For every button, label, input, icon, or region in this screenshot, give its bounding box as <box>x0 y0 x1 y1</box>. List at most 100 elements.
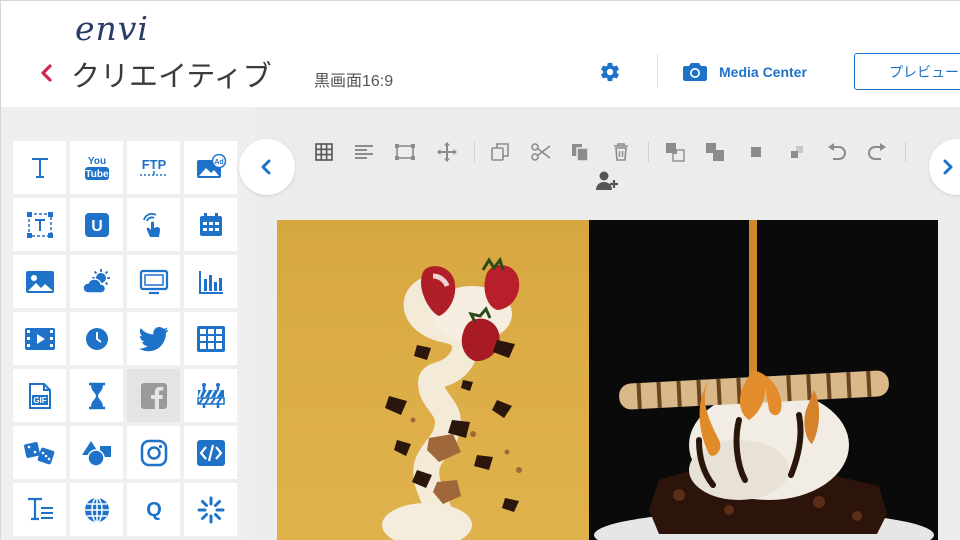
header: envi クリエイティブ 黒画面16:9 Media Center プレビュー <box>1 1 960 107</box>
text-box-icon <box>26 211 53 238</box>
touch-icon <box>142 212 160 237</box>
tv-icon <box>139 269 168 294</box>
widget-text-lines[interactable] <box>13 483 66 536</box>
redo-icon[interactable] <box>865 140 889 164</box>
widget-code[interactable] <box>184 426 237 479</box>
widget-video[interactable] <box>13 312 66 365</box>
creative-canvas[interactable] <box>277 220 938 540</box>
dice-icon <box>23 441 54 464</box>
widget-calendar[interactable] <box>184 198 237 251</box>
send-back-icon[interactable] <box>703 140 727 164</box>
cut-icon[interactable] <box>529 140 553 164</box>
widget-loading[interactable] <box>184 483 237 536</box>
bring-front-icon[interactable] <box>663 140 687 164</box>
workspace <box>239 107 960 540</box>
youtube-icon: You Tube <box>84 156 109 180</box>
facebook-icon <box>140 382 167 409</box>
calendar-icon <box>199 212 222 236</box>
widget-youtube[interactable]: You Tube <box>70 141 123 194</box>
image-icon <box>25 270 54 293</box>
svg-text:GIF: GIF <box>33 396 46 405</box>
align-icon[interactable] <box>352 140 376 164</box>
code-icon <box>196 439 225 466</box>
shapes-icon <box>81 440 111 467</box>
grid-icon[interactable] <box>312 140 336 164</box>
instagram-icon <box>140 439 167 466</box>
camera-icon <box>683 63 707 81</box>
toolbar-separator <box>905 142 906 162</box>
page-title: クリエイティブ <box>71 59 272 93</box>
widget-hourglass[interactable] <box>70 369 123 422</box>
copy-icon[interactable] <box>488 140 512 164</box>
toolbar-separator <box>474 142 475 162</box>
next-nav-button[interactable] <box>929 139 960 195</box>
chevron-left-icon <box>261 159 271 175</box>
widget-text-box[interactable] <box>13 198 66 251</box>
prev-nav-button[interactable] <box>239 139 295 195</box>
widget-dice[interactable] <box>13 426 66 479</box>
ftp-icon: FTP <box>139 157 168 176</box>
svg-text:Q: Q <box>146 499 162 521</box>
svg-text:Ad: Ad <box>214 159 223 166</box>
backward-icon[interactable] <box>785 140 809 164</box>
chevron-right-icon <box>943 159 953 175</box>
widget-image[interactable] <box>13 255 66 308</box>
media-center-label: Media Center <box>719 64 807 80</box>
svg-text:You: You <box>87 156 105 167</box>
u-icon: U <box>84 212 109 237</box>
add-user-icon[interactable] <box>595 169 619 193</box>
twitter-icon <box>138 326 168 351</box>
widget-touch[interactable] <box>127 198 180 251</box>
logo: envi <box>75 9 149 48</box>
back-arrow-icon[interactable] <box>37 63 57 83</box>
delete-icon[interactable] <box>609 140 633 164</box>
q-icon: Q <box>146 499 162 521</box>
widget-roadblock[interactable] <box>184 369 237 422</box>
hourglass-icon <box>88 382 105 409</box>
app-window: envi クリエイティブ 黒画面16:9 Media Center プレビュー … <box>0 0 960 540</box>
widget-ftp[interactable]: FTP <box>127 141 180 194</box>
widget-twitter[interactable] <box>127 312 180 365</box>
paste-icon[interactable] <box>568 140 592 164</box>
widget-table[interactable] <box>184 312 237 365</box>
text-lines-icon <box>27 497 53 520</box>
roadblock-icon <box>196 382 225 408</box>
widget-facebook[interactable] <box>127 369 180 422</box>
header-divider <box>657 54 658 88</box>
undo-icon[interactable] <box>825 140 849 164</box>
widget-gif[interactable]: GIF <box>13 369 66 422</box>
video-icon <box>24 327 55 350</box>
media-center-button[interactable]: Media Center <box>683 59 807 85</box>
widget-clock[interactable] <box>70 312 123 365</box>
widget-bar-chart[interactable] <box>184 255 237 308</box>
move-icon[interactable] <box>435 140 459 164</box>
forward-icon[interactable] <box>744 140 768 164</box>
widget-text[interactable] <box>13 141 66 194</box>
widget-tv[interactable] <box>127 255 180 308</box>
toolbar-separator <box>648 142 649 162</box>
widget-shapes[interactable] <box>70 426 123 479</box>
loading-icon <box>197 496 224 523</box>
table-icon <box>196 325 225 352</box>
widget-image-ad[interactable]: Ad <box>184 141 237 194</box>
gear-icon[interactable] <box>599 61 621 83</box>
photo-ice-cream-dessert <box>589 220 938 540</box>
fit-frame-icon[interactable] <box>393 140 417 164</box>
clock-icon <box>85 327 108 350</box>
widget-u[interactable]: U <box>70 198 123 251</box>
aspect-ratio-label: 黒画面16:9 <box>314 73 394 90</box>
gif-icon: GIF <box>28 382 51 409</box>
widget-sidebar: You Tube FTP Ad U GIF Q <box>1 107 255 540</box>
widget-weather[interactable] <box>70 255 123 308</box>
photo-strawberry-dessert <box>277 220 589 540</box>
widget-q[interactable]: Q <box>127 483 180 536</box>
svg-text:U: U <box>91 218 103 235</box>
image-ad-icon: Ad <box>196 153 226 178</box>
widget-globe[interactable] <box>70 483 123 536</box>
bar-chart-icon <box>198 270 223 294</box>
preview-button[interactable]: プレビュー <box>854 53 960 90</box>
weather-icon <box>81 268 110 294</box>
text-icon <box>31 157 48 178</box>
svg-text:FTP: FTP <box>141 157 166 172</box>
widget-instagram[interactable] <box>127 426 180 479</box>
